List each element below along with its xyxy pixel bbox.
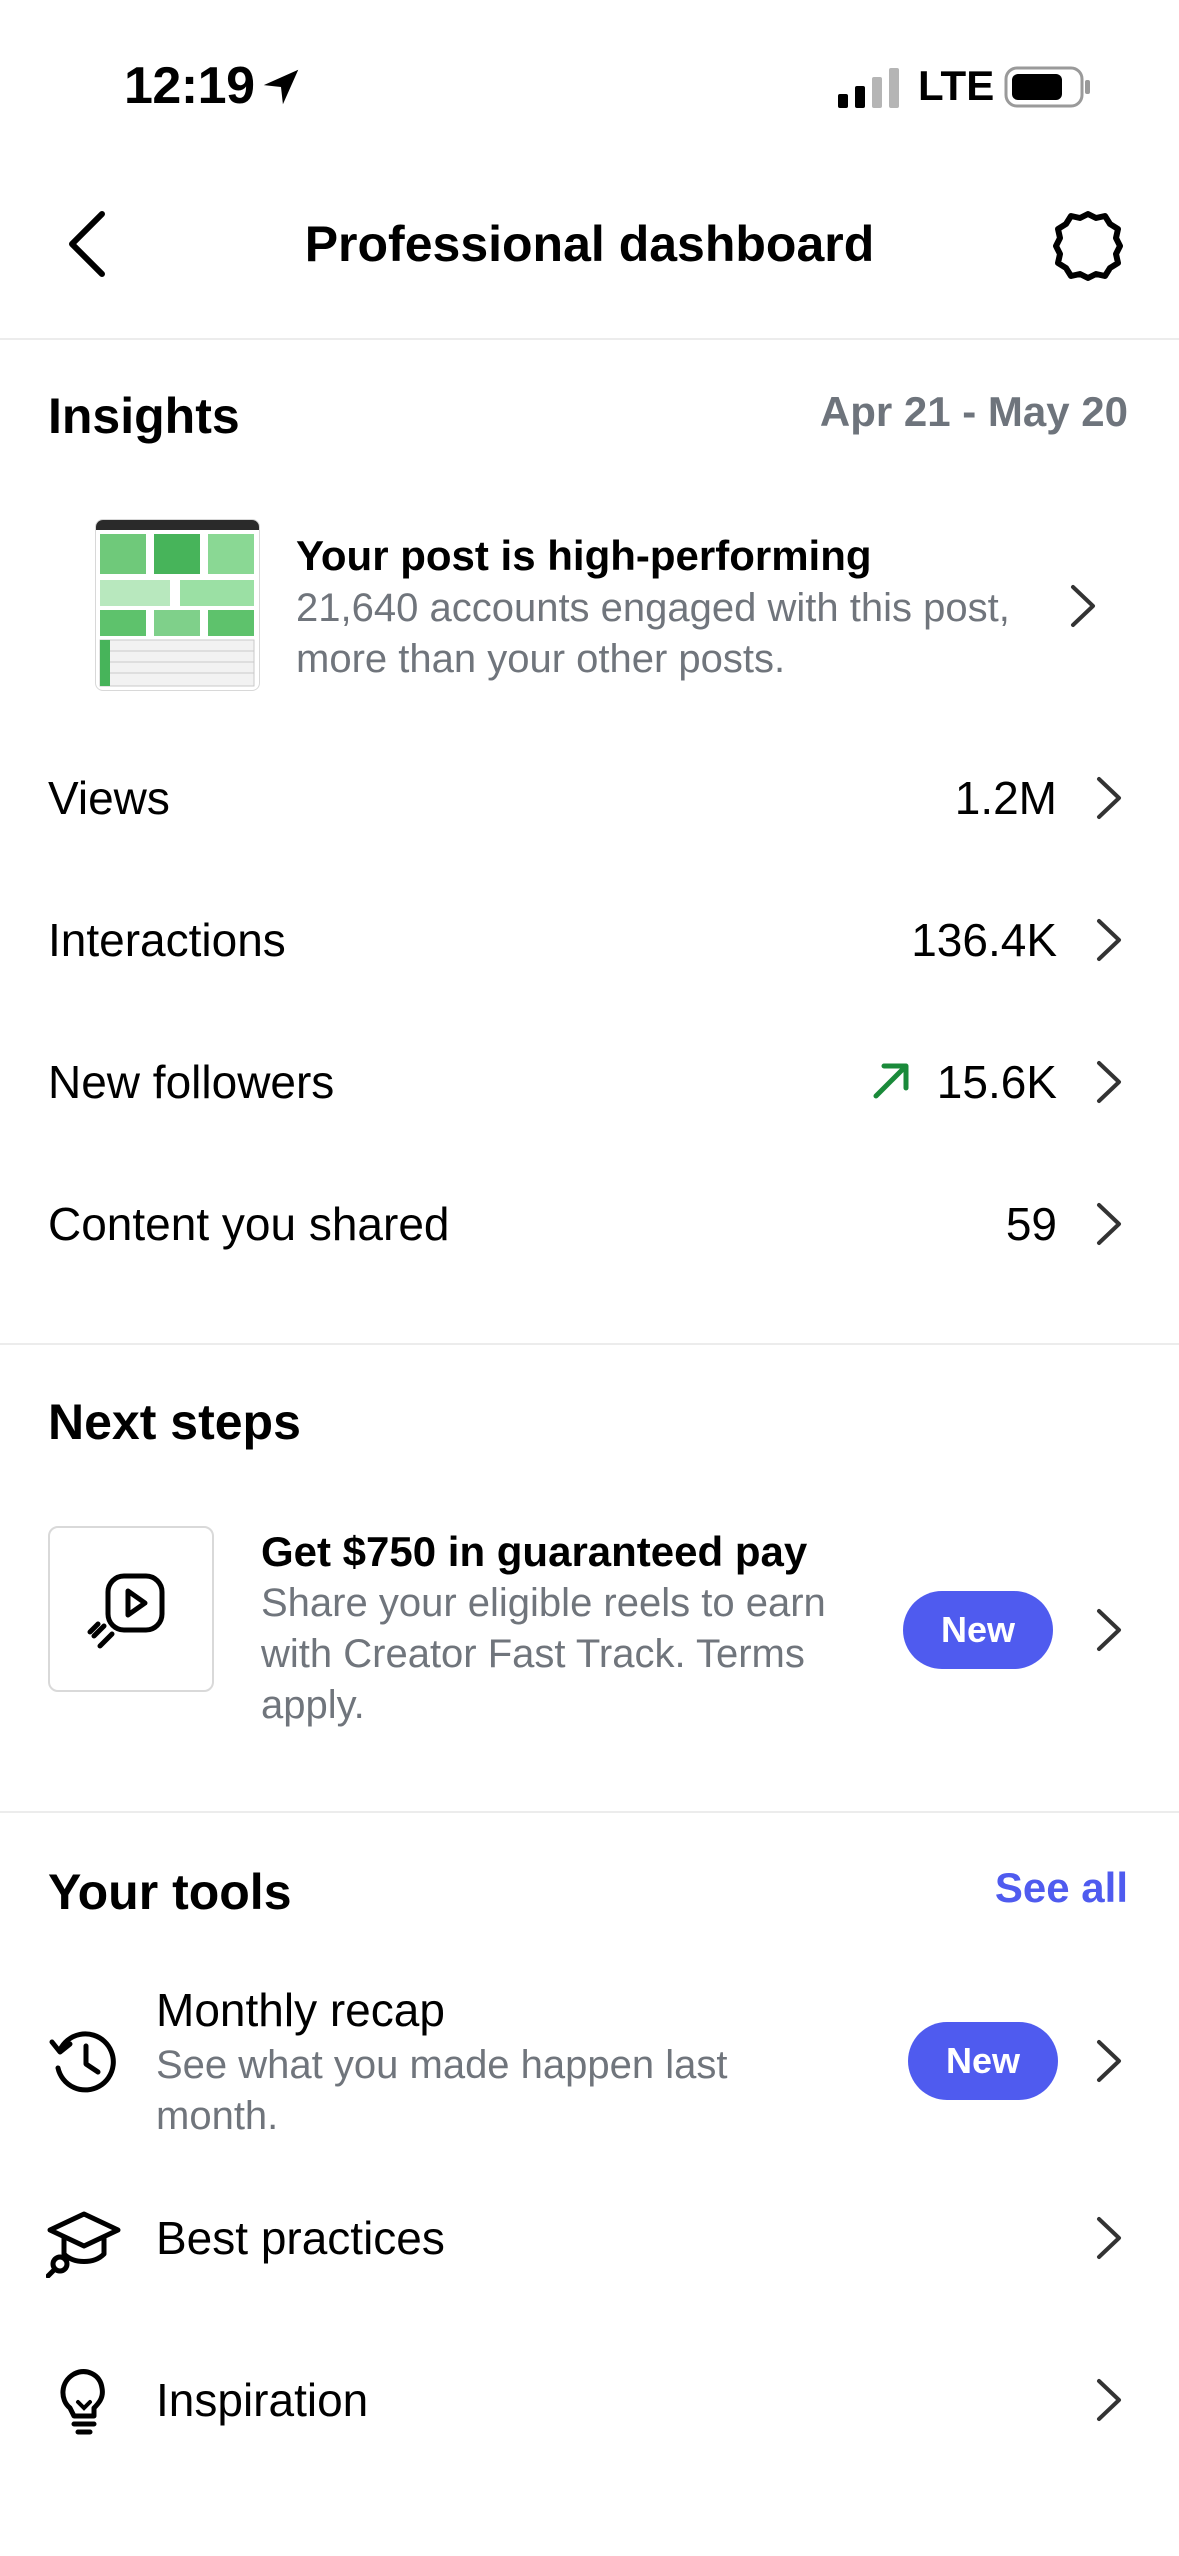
chevron-right-icon: [1097, 777, 1121, 819]
battery-icon: [1004, 66, 1090, 108]
chevron-right-icon: [1097, 2040, 1121, 2082]
new-badge: New: [908, 2022, 1058, 2100]
tool-title: Inspiration: [156, 2374, 369, 2426]
section-divider: [0, 1343, 1179, 1345]
tool-title: Monthly recap: [156, 1984, 445, 2036]
metric-label: Interactions: [48, 914, 286, 966]
fast-track-description: Share your eligible reels to earn with C…: [261, 1581, 826, 1727]
metric-label: Content you shared: [48, 1198, 450, 1250]
date-range[interactable]: Apr 21 - May 20: [820, 386, 1128, 438]
high-performing-title: Your post is high-performing: [296, 532, 872, 579]
chevron-right-icon: [1071, 585, 1095, 627]
tool-description: See what you made happen last month.: [156, 2043, 728, 2138]
metric-value: 136.4K: [911, 914, 1057, 966]
metric-label: Views: [48, 772, 170, 824]
chevron-right-icon: [1097, 919, 1121, 961]
your-tools-title: Your tools: [48, 1864, 292, 1920]
trend-up-arrow-icon: [873, 1063, 909, 1099]
see-all-link[interactable]: See all: [995, 1860, 1128, 1916]
fast-track-title: Get $750 in guaranteed pay: [261, 1528, 808, 1575]
graduation-cap-icon: [46, 2211, 121, 2278]
location-arrow-icon: [263, 69, 299, 105]
chevron-right-icon: [1097, 1061, 1121, 1103]
reels-play-icon-box: [48, 1526, 214, 1692]
chevron-right-icon: [1097, 1203, 1121, 1245]
metric-value: 1.2M: [954, 772, 1057, 824]
header-divider: [0, 338, 1179, 340]
network-type: LTE: [918, 62, 995, 109]
signal-icon: [838, 68, 899, 108]
chevron-right-icon: [1097, 2217, 1121, 2259]
status-time: 12:19: [124, 57, 255, 115]
history-clock-icon: [49, 2031, 116, 2093]
post-thumbnail: [95, 519, 260, 691]
chevron-right-icon: [1097, 1609, 1121, 1651]
high-performing-description: 21,640 accounts engaged with this post, …: [296, 586, 1010, 681]
new-badge: New: [903, 1591, 1053, 1669]
page-title: Professional dashboard: [304, 216, 875, 272]
section-divider: [0, 1811, 1179, 1813]
chevron-right-icon: [1097, 2379, 1121, 2421]
metric-value: 15.6K: [936, 1056, 1057, 1108]
metric-value: 59: [1005, 1198, 1057, 1250]
metric-label: New followers: [48, 1056, 335, 1108]
tool-title: Best practices: [156, 2212, 445, 2264]
settings-gear-icon[interactable]: [1050, 208, 1126, 284]
next-steps-title: Next steps: [48, 1394, 301, 1450]
reels-play-icon: [87, 1573, 165, 1649]
insights-title: Insights: [48, 388, 240, 444]
lightbulb-icon: [60, 2369, 105, 2435]
